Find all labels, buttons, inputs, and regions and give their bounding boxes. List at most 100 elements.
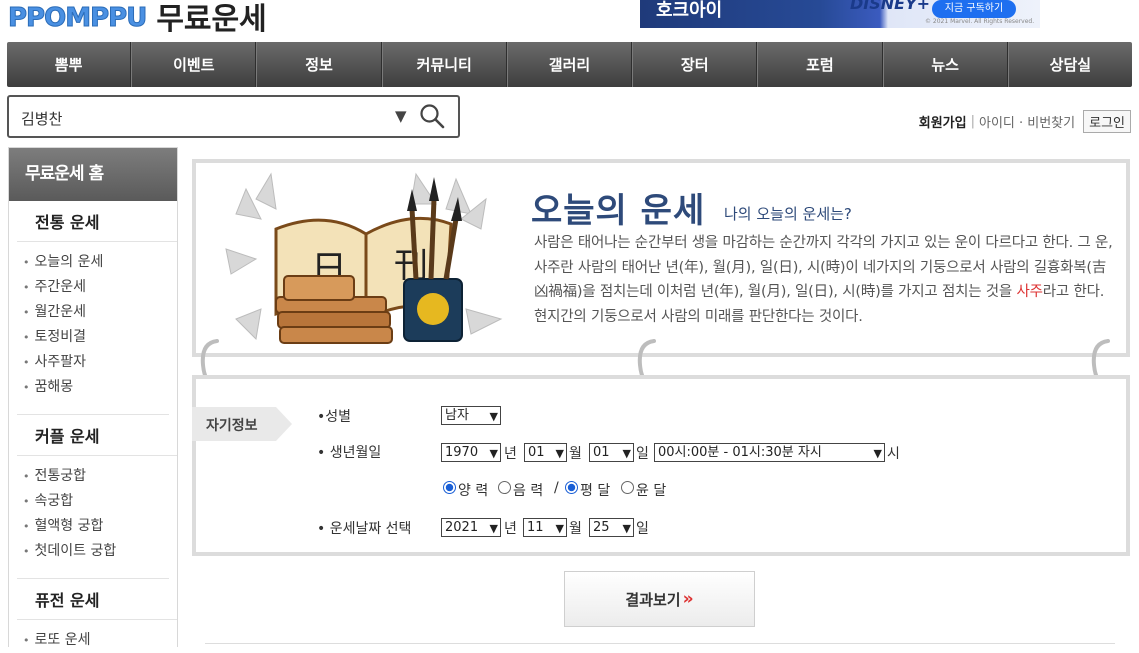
site-logo[interactable]: PPOMPPU 무료운세	[7, 0, 266, 38]
nav-item-forum[interactable]: 포럼	[757, 42, 883, 87]
sidebar-item-lotto[interactable]: 로또 운세	[23, 628, 177, 653]
birth-label: • 생년월일	[317, 445, 382, 461]
search-icon[interactable]	[419, 103, 445, 129]
gender-label: •성별	[317, 409, 352, 425]
unit-year: 년	[504, 446, 517, 462]
sidebar-item-inner-match[interactable]: 속궁합	[23, 489, 177, 514]
ad-banner[interactable]: 호크아이 DISNEY+ 지금 구독하기 © 2021 Marvel. All …	[640, 0, 1040, 28]
sidebar-divider	[17, 400, 169, 415]
fortune-day-select[interactable]: 25 ▼	[589, 518, 634, 537]
solar-label[interactable]: 양 력	[458, 480, 488, 500]
sidebar-section-title: 전통 운세	[17, 201, 177, 242]
section-tag-label-wrap: 자기정보	[192, 407, 292, 441]
intro-description: 사람은 태어나는 순간부터 생을 마감하는 순간까지 각각의 가지고 있는 운이…	[534, 231, 1114, 329]
chevron-down-icon: ▼	[555, 447, 564, 460]
sidebar-section-title: 퓨전 운세	[17, 579, 177, 620]
find-id-password-link[interactable]: 아이디 · 비번찾기	[979, 112, 1075, 131]
nav-item-news[interactable]: 뉴스	[882, 42, 1008, 87]
auth-separator: |	[970, 114, 975, 129]
fortune-date-label: • 운세날짜 선택	[317, 521, 412, 537]
unit-day: 일	[636, 521, 649, 537]
fortune-year-value: 2021	[445, 520, 479, 535]
search-dropdown-icon[interactable]: ▼	[395, 107, 407, 125]
unit-year: 년	[504, 521, 517, 537]
nav-item-event[interactable]: 이벤트	[131, 42, 257, 87]
sidebar-item-tojeong[interactable]: 토정비결	[23, 325, 177, 350]
site-title[interactable]: 무료운세	[156, 0, 266, 38]
sidebar-item-weekly[interactable]: 주간운세	[23, 275, 177, 300]
chevron-down-icon: ▼	[555, 522, 564, 535]
sidebar: 무료운세 홈 전통 운세 오늘의 운세 주간운세 월간운세 토정비결 사주팔자 …	[8, 147, 178, 648]
birth-day-value: 01	[593, 445, 610, 460]
sidebar-home[interactable]: 무료운세 홈	[9, 148, 177, 201]
sidebar-list: 로또 운세	[9, 628, 177, 653]
personal-info-form: 자기정보 •성별 남자 ▼ • 생년월일 1970 ▼ 년 01 ▼ 월 01 ▼ 일 …	[192, 375, 1130, 556]
unit-month: 월	[569, 521, 582, 537]
double-arrow-icon: »	[682, 589, 694, 609]
sidebar-item-monthly[interactable]: 월간운세	[23, 300, 177, 325]
nav-item-ppomppu[interactable]: 뽐뿌	[7, 42, 132, 87]
nav-item-gallery[interactable]: 갤러리	[506, 42, 633, 87]
unit-hour: 시	[887, 446, 900, 462]
fortune-month-value: 11	[527, 520, 544, 535]
intro-desc-highlight: 사주	[1016, 284, 1043, 300]
ad-brand: DISNEY+	[850, 0, 931, 13]
leap-month-radio[interactable]	[621, 481, 634, 494]
nav-item-counsel[interactable]: 상담실	[1007, 42, 1132, 87]
intro-panel: 日 刊 오늘의 운세 나의 오늘의 운세는? 사람은 태어나는 순간부터 생을 …	[192, 159, 1130, 357]
sidebar-section-title: 커플 운세	[17, 415, 177, 456]
solar-radio[interactable]	[443, 481, 456, 494]
sidebar-divider	[17, 564, 169, 579]
sidebar-item-traditional-match[interactable]: 전통궁합	[23, 464, 177, 489]
auth-links: 회원가입 | 아이디 · 비번찾기 로그인	[919, 110, 1131, 133]
sidebar-item-blood-match[interactable]: 혈액형 궁합	[23, 514, 177, 539]
nav-item-info[interactable]: 정보	[256, 42, 382, 87]
sidebar-item-first-date-match[interactable]: 첫데이트 궁합	[23, 539, 177, 564]
nav-item-market[interactable]: 장터	[632, 42, 758, 87]
leap-month-label[interactable]: 윤 달	[636, 480, 666, 500]
birth-year-select[interactable]: 1970 ▼	[441, 443, 501, 462]
ad-subscribe-button[interactable]: 지금 구독하기	[932, 0, 1016, 18]
logo-brand[interactable]: PPOMPPU	[7, 3, 147, 34]
intro-title: 오늘의 운세	[531, 191, 706, 231]
chevron-down-icon: ▼	[489, 447, 498, 460]
unit-day: 일	[636, 446, 649, 462]
ad-copyright: © 2021 Marvel. All Rights Reserved.	[925, 18, 1035, 25]
birth-year-value: 1970	[445, 445, 479, 460]
normal-month-label[interactable]: 평 달	[580, 480, 610, 500]
unit-month: 월	[569, 446, 582, 462]
chevron-down-icon: ▼	[622, 522, 631, 535]
sidebar-item-dream[interactable]: 꿈해몽	[23, 375, 177, 400]
lunar-radio[interactable]	[498, 481, 511, 494]
view-result-label: 결과보기	[625, 590, 681, 609]
lunar-label[interactable]: 음 력	[513, 480, 543, 500]
content-divider	[205, 643, 1115, 644]
intro-subtitle: 나의 오늘의 운세는?	[724, 205, 852, 223]
birth-day-select[interactable]: 01 ▼	[589, 443, 634, 462]
search-box: ▼	[7, 95, 460, 138]
login-button[interactable]: 로그인	[1083, 110, 1131, 133]
birth-time-value: 00시:00분 - 01시:30분 자시	[658, 445, 822, 460]
birth-month-value: 01	[528, 445, 545, 460]
birth-month-select[interactable]: 01 ▼	[524, 443, 567, 462]
chevron-down-icon: ▼	[489, 522, 498, 535]
chevron-down-icon: ▼	[489, 410, 498, 423]
sidebar-item-saju[interactable]: 사주팔자	[23, 350, 177, 375]
view-result-button[interactable]: 결과보기»	[564, 571, 755, 627]
normal-month-radio[interactable]	[565, 481, 578, 494]
fortune-month-select[interactable]: 11 ▼	[523, 518, 567, 537]
fortune-year-select[interactable]: 2021 ▼	[441, 518, 501, 537]
chevron-down-icon: ▼	[622, 447, 631, 460]
sidebar-list: 오늘의 운세 주간운세 월간운세 토정비결 사주팔자 꿈해몽	[9, 250, 177, 400]
search-input[interactable]	[19, 106, 383, 130]
sidebar-item-today[interactable]: 오늘의 운세	[23, 250, 177, 275]
join-link[interactable]: 회원가입	[919, 112, 967, 131]
birth-time-select[interactable]: 00시:00분 - 01시:30분 자시 ▼	[654, 443, 885, 462]
sidebar-list: 전통궁합 속궁합 혈액형 궁합 첫데이트 궁합	[9, 464, 177, 564]
section-tag-label: 자기정보	[206, 418, 258, 434]
main-nav: 뽐뿌 이벤트 정보 커뮤니티 갤러리 장터 포럼 뉴스 상담실	[7, 42, 1132, 87]
nav-item-community[interactable]: 커뮤니티	[381, 42, 507, 87]
gender-select[interactable]: 남자 ▼	[441, 406, 501, 425]
gender-value: 남자	[445, 408, 469, 423]
ad-text: 호크아이	[656, 0, 723, 21]
